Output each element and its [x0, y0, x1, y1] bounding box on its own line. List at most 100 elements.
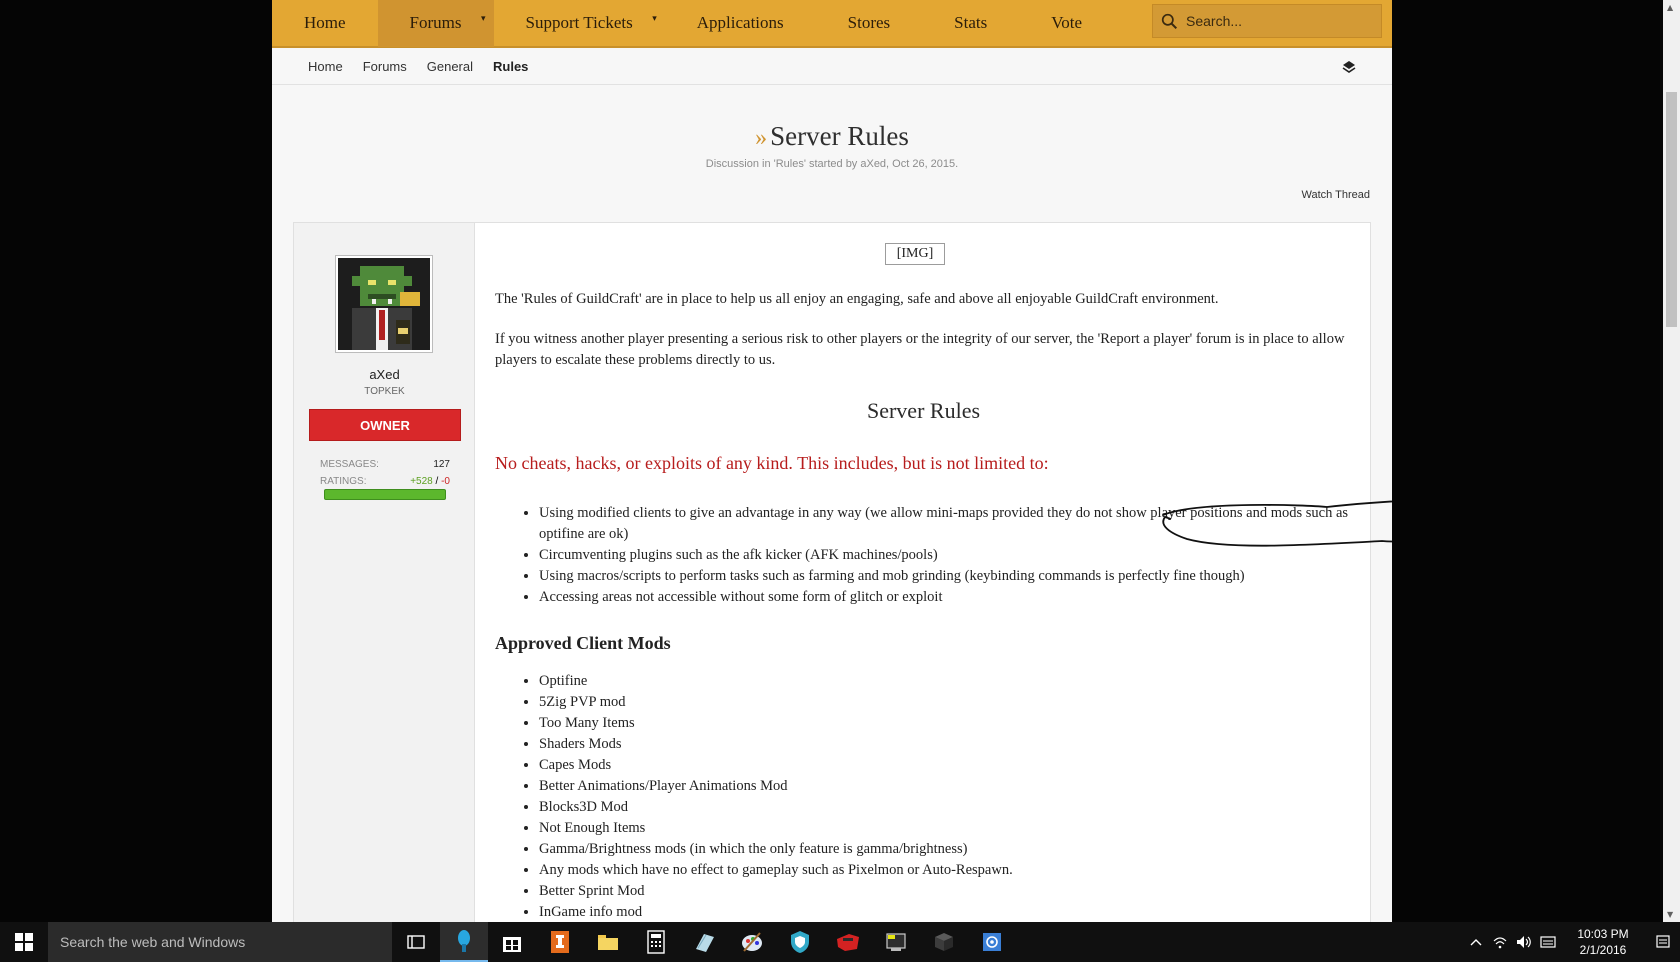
list-item: Gamma/Brightness mods (in which the only… [539, 839, 1339, 860]
user-title: TOPKEK [364, 386, 405, 397]
nav-tab-forums-label: Forums [409, 13, 462, 32]
messages-count[interactable]: 127 [433, 459, 450, 470]
notifications-icon[interactable] [1646, 934, 1680, 950]
shield-icon [791, 931, 809, 953]
ratings-stat: RATINGS: +528 / -0 [320, 476, 450, 487]
list-item: Using macros/scripts to perform tasks su… [539, 566, 1359, 587]
list-item: Accessing areas not accessible without s… [539, 587, 1359, 608]
nav-tab-stats[interactable]: Stats [922, 0, 1019, 47]
block-icon [935, 933, 953, 951]
ratings-value[interactable]: +528 / -0 [410, 476, 450, 487]
report-paragraph: If you witness another player presenting… [495, 331, 1345, 368]
breadcrumb-home[interactable]: Home [308, 59, 343, 74]
clock-time: 10:03 PM [1577, 927, 1629, 941]
nav-tab-home[interactable]: Home [272, 0, 378, 47]
taskbar-app-notes[interactable] [680, 922, 728, 962]
nav-tab-forums[interactable]: Forums ▾ [377, 0, 494, 47]
list-item: Better Sprint Mod [539, 881, 1339, 902]
list-item: Any mods which have no effect to gamepla… [539, 860, 1339, 881]
breadcrumb-forums[interactable]: Forums [363, 59, 407, 74]
scrollbar[interactable]: ▲ ▼ [1663, 0, 1680, 922]
nav-tab-home-label: Home [304, 13, 346, 32]
orange-app-icon [551, 931, 569, 953]
list-item: Optifine [539, 671, 1339, 692]
keyboard-icon[interactable] [1536, 935, 1560, 949]
taskbar-app-calculator[interactable] [632, 922, 680, 962]
taskbar-app-file-explorer[interactable] [584, 922, 632, 962]
windows-icon [15, 933, 33, 951]
start-button[interactable] [0, 922, 48, 962]
forum-page: Home Forums ▾ Support Tickets ▾ Applicatio… [272, 0, 1392, 922]
taskbar-app-java[interactable] [536, 922, 584, 962]
blue-app-icon [983, 933, 1001, 951]
list-item: Better Animations/Player Animations Mod [539, 776, 1339, 797]
taskbar-app-minecraft[interactable] [920, 922, 968, 962]
nav-tab-support-tickets-label: Support Tickets [525, 13, 633, 32]
nav-tab-applications-label: Applications [696, 13, 784, 32]
avatar[interactable] [335, 255, 433, 353]
watch-thread-link[interactable]: Watch Thread [1302, 189, 1370, 201]
ratings-negative: -0 [441, 476, 450, 487]
search-input[interactable] [1186, 13, 1366, 29]
system-tray: 10:03 PM 2/1/2016 [1464, 922, 1680, 962]
avatar-image [338, 258, 430, 350]
approved-mods-heading: Approved Client Mods [495, 633, 671, 653]
nav-tab-vote[interactable]: Vote [1019, 0, 1114, 47]
scroll-down-icon[interactable]: ▼ [1667, 910, 1673, 919]
taskbar-app-paint[interactable] [728, 922, 776, 962]
nav-tab-vote-label: Vote [1051, 13, 1083, 32]
username[interactable]: aXed [294, 367, 475, 382]
mods-list: Optifine 5Zig PVP mod Too Many Items Sha… [539, 671, 1339, 922]
nav-tab-stores[interactable]: Stores [816, 0, 923, 47]
jump-to-icon[interactable] [1342, 60, 1356, 74]
taskbar-app-store[interactable] [488, 922, 536, 962]
list-item: Too Many Items [539, 713, 1339, 734]
rating-bar [324, 489, 446, 500]
breadcrumb-rules[interactable]: Rules [493, 59, 528, 74]
list-item: Not Enough Items [539, 818, 1339, 839]
thread-header: » Server Rules Discussion in 'Rules' star… [272, 121, 1392, 170]
post: aXed TOPKEK OWNER MESSAGES: 127 RATINGS:… [293, 222, 1371, 922]
terminal-icon [886, 933, 906, 951]
list-item: InGame info mod [539, 902, 1339, 922]
taskbar-app-browser[interactable] [440, 922, 488, 962]
task-view-button[interactable] [392, 922, 440, 962]
breadcrumb: Home Forums General Rules [272, 48, 1392, 85]
raquo-icon: » [755, 125, 768, 151]
post-author-sidebar: aXed TOPKEK OWNER MESSAGES: 127 RATINGS:… [294, 223, 475, 922]
scroll-up-icon[interactable]: ▲ [1667, 3, 1673, 12]
taskbar-app-shield[interactable] [776, 922, 824, 962]
chevron-up-icon[interactable] [1464, 938, 1488, 946]
page-title: » Server Rules [272, 121, 1392, 152]
taskbar: Search the web and Windows 10:03 PM 2/1/… [0, 922, 1680, 962]
calculator-icon [647, 930, 665, 954]
breadcrumb-general[interactable]: General [427, 59, 473, 74]
taskbar-app-game[interactable] [824, 922, 872, 962]
list-item: Capes Mods [539, 755, 1339, 776]
nav-tab-applications[interactable]: Applications [665, 0, 816, 47]
hand-drawn-circle-annotation [1162, 500, 1392, 547]
paint-icon [742, 932, 762, 952]
folder-icon [598, 935, 618, 950]
search-box[interactable] [1152, 4, 1382, 38]
red-app-icon [837, 934, 859, 951]
ratings-label: RATINGS: [320, 476, 367, 487]
taskbar-search[interactable]: Search the web and Windows [48, 922, 392, 962]
list-item: 5Zig PVP mod [539, 692, 1339, 713]
network-icon[interactable] [1488, 935, 1512, 949]
volume-icon[interactable] [1512, 935, 1536, 949]
rules-heading: Server Rules [866, 398, 981, 423]
cheats-heading: No cheats, hacks, or exploits of any kin… [495, 453, 1049, 473]
nav-tab-support-tickets[interactable]: Support Tickets ▾ [494, 0, 665, 47]
taskbar-clock[interactable]: 10:03 PM 2/1/2016 [1560, 926, 1646, 958]
taskbar-app-terminal[interactable] [872, 922, 920, 962]
taskbar-app-settings[interactable] [968, 922, 1016, 962]
thread-meta: Discussion in 'Rules' started by aXed, O… [705, 158, 959, 170]
list-item: Blocks3D Mod [539, 797, 1339, 818]
owner-badge: OWNER [309, 409, 461, 441]
notes-icon [696, 934, 714, 952]
chevron-down-icon[interactable]: ▾ [652, 13, 657, 24]
nav-tab-stores-label: Stores [847, 13, 891, 32]
chevron-down-icon[interactable]: ▾ [481, 13, 486, 24]
scroll-thumb[interactable] [1666, 92, 1677, 327]
